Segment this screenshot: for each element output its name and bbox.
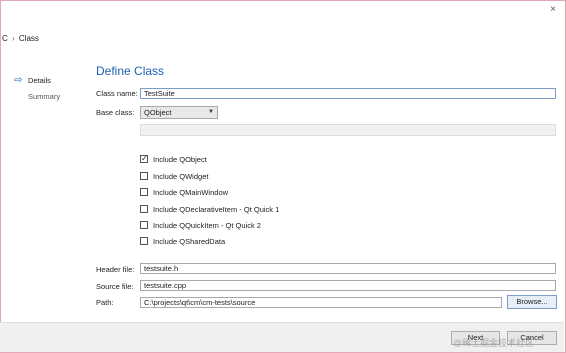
- base-class-value: QObject: [144, 108, 172, 117]
- checkbox-label: Include QMainWindow: [153, 187, 229, 197]
- source-file-label: Source file:: [96, 282, 134, 291]
- header-file-label: Header file:: [96, 265, 135, 274]
- breadcrumb: C › Class: [2, 34, 39, 43]
- checkbox-label: Include QSharedData: [153, 236, 226, 246]
- checkbox-label: Include QQuickItem - Qt Quick 2: [153, 220, 261, 230]
- checkbox-label: Include QWidget: [153, 171, 209, 181]
- current-step-arrow-icon: ⇨: [14, 74, 23, 86]
- base-class-label: Base class:: [96, 108, 135, 117]
- step-details-label: Details: [28, 75, 51, 85]
- close-icon[interactable]: ×: [550, 4, 556, 15]
- step-summary-label: Summary: [28, 91, 61, 101]
- include-qobject-checkbox[interactable]: ✓ Include QObject: [140, 153, 207, 165]
- watermark: @稀土掘金技术社区: [453, 338, 535, 348]
- step-details[interactable]: ⇨ Details: [14, 72, 60, 88]
- checkmark-icon: ✓: [140, 154, 148, 163]
- chevron-down-icon: ▼: [208, 109, 214, 115]
- include-qwidget-checkbox[interactable]: Include QWidget: [140, 170, 208, 182]
- include-qquickitem-checkbox[interactable]: Include QQuickItem - Qt Quick 2: [140, 219, 261, 231]
- source-file-input[interactable]: testsuite.cpp: [140, 280, 556, 291]
- class-name-label: Class name:: [96, 89, 138, 98]
- base-class-select[interactable]: QObject ▼: [140, 106, 218, 119]
- class-name-input[interactable]: TestSuite: [140, 88, 556, 99]
- checkbox-label: Include QObject: [153, 154, 207, 164]
- breadcrumb-current: Class: [18, 34, 39, 43]
- breadcrumb-separator-icon: ›: [12, 34, 15, 43]
- header-file-input[interactable]: testsuite.h: [140, 263, 556, 274]
- disabled-field: [140, 124, 556, 136]
- browse-button[interactable]: Browse...: [507, 295, 557, 309]
- include-qshareddata-checkbox[interactable]: Include QSharedData: [140, 235, 225, 247]
- breadcrumb-parent[interactable]: C: [2, 34, 8, 43]
- include-qmainwindow-checkbox[interactable]: Include QMainWindow: [140, 186, 228, 198]
- path-input[interactable]: C:\projects\qt\cm\cm-tests\source: [140, 297, 502, 308]
- page-title: Define Class: [96, 64, 165, 78]
- path-label: Path:: [96, 298, 114, 307]
- include-qdeclarativeitem-checkbox[interactable]: Include QDeclarativeItem - Qt Quick 1: [140, 203, 279, 215]
- wizard-steps: ⇨ Details Summary: [14, 72, 60, 104]
- checkbox-label: Include QDeclarativeItem - Qt Quick 1: [153, 204, 280, 214]
- step-summary[interactable]: Summary: [14, 88, 60, 104]
